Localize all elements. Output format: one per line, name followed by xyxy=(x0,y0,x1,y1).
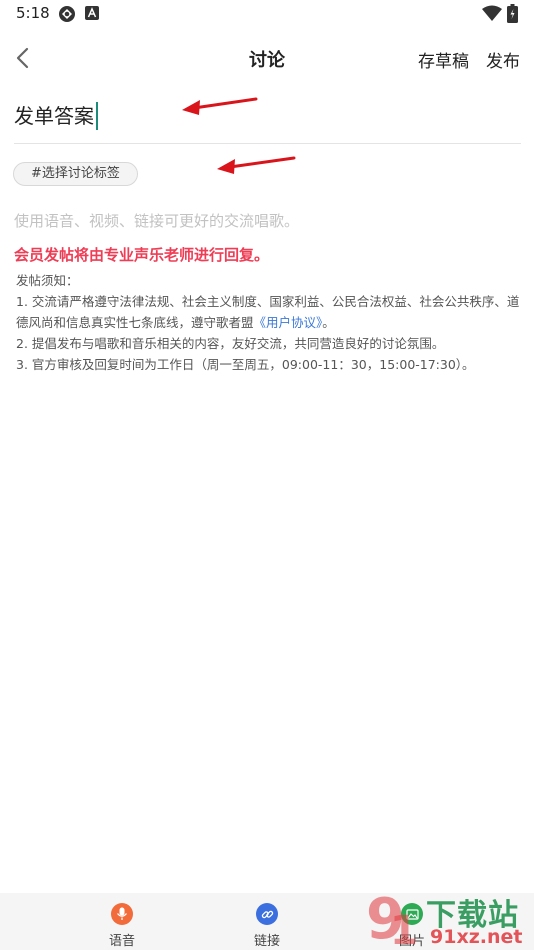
sync-icon xyxy=(59,6,75,22)
rule-1-end: 。 xyxy=(322,315,335,330)
select-tag-button[interactable]: #选择讨论标签 xyxy=(13,162,138,186)
site-watermark: 9 1 下载站 91xz.net xyxy=(364,887,534,950)
wifi-icon xyxy=(482,5,502,21)
battery-icon xyxy=(507,4,518,23)
red-arrow-annotation-tag xyxy=(217,156,296,174)
link-button[interactable]: 链接 xyxy=(237,903,297,949)
microphone-icon xyxy=(111,903,133,925)
svg-text:1: 1 xyxy=(390,908,418,950)
user-agreement-link[interactable]: 《用户协议》 xyxy=(254,315,323,330)
red-arrow-annotation-title xyxy=(182,97,258,115)
status-bar: 5:18 xyxy=(0,0,534,28)
rule-item: 1. 交流请严格遵守法律法规、社会主义制度、国家利益、公民合法权益、社会公共秩序… xyxy=(16,291,521,333)
voice-button[interactable]: 语音 xyxy=(92,903,152,949)
text-caret xyxy=(96,102,98,130)
link-icon xyxy=(256,903,278,925)
rule-item: 2. 提倡发布与唱歌和音乐相关的内容，友好交流，共同营造良好的讨论氛围。 xyxy=(16,336,445,351)
chevron-left-icon[interactable] xyxy=(10,44,38,72)
member-notice: 会员发帖将由专业声乐老师进行回复。 xyxy=(14,246,270,264)
rules-heading: 发帖须知： xyxy=(16,273,79,288)
posting-rules: 发帖须知： 1. 交流请严格遵守法律法规、社会主义制度、国家利益、公民合法权益、… xyxy=(16,270,521,375)
rule-item: 3. 官方审核及回复时间为工作日（周一至周五，09:00-11：30，15:00… xyxy=(16,357,475,372)
watermark-domain: 91xz.net xyxy=(430,926,523,948)
save-draft-button[interactable]: 存草稿 xyxy=(418,47,469,72)
top-app-bar: 讨论 存草稿 发布 xyxy=(0,36,534,80)
title-input-value: 发单答案 xyxy=(14,104,94,128)
status-time: 5:18 xyxy=(16,4,50,22)
publish-button[interactable]: 发布 xyxy=(486,47,520,72)
link-label: 链接 xyxy=(253,934,280,949)
a-badge-icon xyxy=(85,6,99,20)
voice-label: 语音 xyxy=(108,934,135,949)
content-placeholder[interactable]: 使用语音、视频、链接可更好的交流唱歌。 xyxy=(14,210,299,231)
title-input[interactable]: 发单答案 xyxy=(14,100,521,144)
